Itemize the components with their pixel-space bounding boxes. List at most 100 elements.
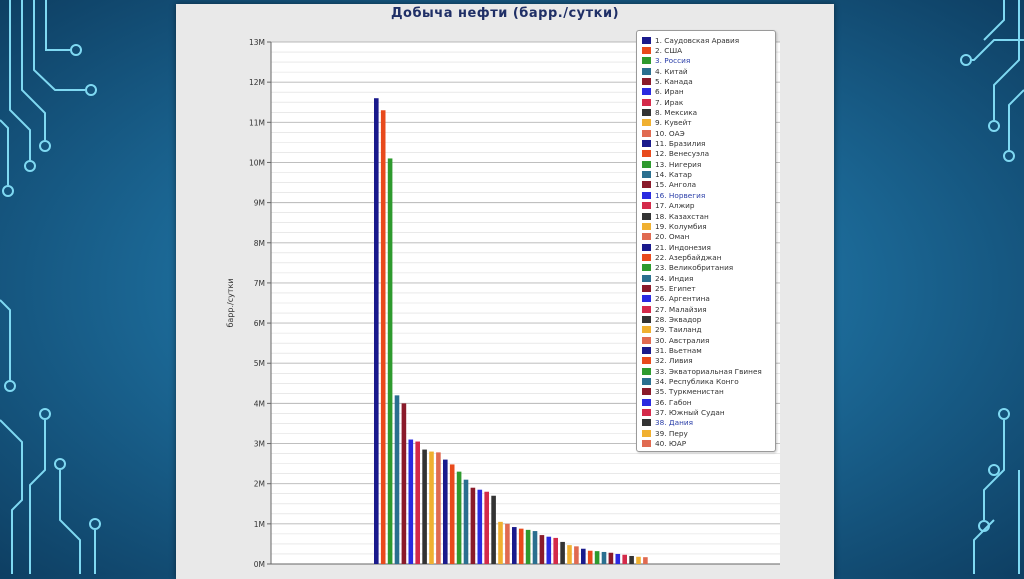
bar bbox=[601, 551, 607, 564]
legend-swatch bbox=[642, 67, 651, 75]
bar bbox=[525, 529, 531, 564]
bar bbox=[539, 535, 545, 564]
legend-swatch bbox=[642, 109, 651, 117]
legend-entry: 27. Малайзия bbox=[642, 304, 775, 314]
bar bbox=[394, 395, 400, 564]
bar bbox=[436, 452, 441, 564]
legend-entry: 16. Норвегия bbox=[642, 190, 775, 200]
legend-entry: 19. Колумбия bbox=[642, 221, 775, 231]
legend-swatch bbox=[642, 233, 651, 241]
legend-entry: 40. ЮАР bbox=[642, 438, 775, 448]
bar bbox=[643, 557, 648, 564]
legend-label: 37. Южный Судан bbox=[655, 408, 725, 418]
legend-label: 29. Таиланд bbox=[655, 325, 702, 335]
legend-label: 32. Ливия bbox=[655, 356, 693, 366]
bar bbox=[491, 495, 496, 564]
legend-label: 21. Индонезия bbox=[655, 242, 711, 252]
legend-label: 26. Аргентина bbox=[655, 294, 710, 304]
circuit-decoration-right bbox=[960, 0, 1024, 574]
bar bbox=[477, 489, 483, 564]
legend-swatch bbox=[642, 326, 651, 334]
legend-swatch bbox=[642, 36, 651, 44]
legend-swatch bbox=[642, 212, 651, 220]
legend-swatch bbox=[642, 378, 651, 386]
legend-label: 24. Индия bbox=[655, 273, 694, 283]
legend-swatch bbox=[642, 88, 651, 96]
bar bbox=[401, 403, 407, 564]
bar bbox=[456, 471, 462, 564]
legend-entry: 35. Туркменистан bbox=[642, 387, 775, 397]
legend-swatch bbox=[642, 367, 651, 375]
legend-label: 33. Экваториальная Гвинея bbox=[655, 366, 762, 376]
legend-swatch bbox=[642, 357, 651, 365]
bar bbox=[518, 528, 524, 564]
bar bbox=[629, 555, 634, 564]
legend-swatch bbox=[642, 98, 651, 106]
legend-swatch bbox=[642, 346, 651, 354]
y-tick-label: 13M bbox=[249, 38, 265, 47]
bar bbox=[636, 556, 641, 564]
legend-entry: 29. Таиланд bbox=[642, 325, 775, 335]
y-tick-label: 3M bbox=[254, 440, 265, 449]
legend-entry: 38. Дания bbox=[642, 418, 775, 428]
legend-entry: 3. Россия bbox=[642, 56, 775, 66]
legend-swatch bbox=[642, 295, 651, 303]
legend-entry: 10. ОАЭ bbox=[642, 128, 775, 138]
bar bbox=[622, 554, 627, 564]
y-tick-label: 2M bbox=[254, 480, 265, 489]
chart-frame: Добыча нефти (барр./сутки) 0M 1M 2M 3M 4M 5M 6… bbox=[176, 4, 834, 579]
y-tick-label: 12M bbox=[249, 78, 265, 87]
legend-label: 40. ЮАР bbox=[655, 439, 687, 449]
legend-entry: 20. Оман bbox=[642, 232, 775, 242]
legend-swatch bbox=[642, 47, 651, 55]
legend-swatch bbox=[642, 191, 651, 199]
bar bbox=[553, 537, 558, 564]
bar bbox=[567, 545, 572, 564]
legend-swatch bbox=[642, 119, 651, 127]
bar bbox=[484, 491, 489, 564]
legend-label: 10. ОАЭ bbox=[655, 128, 685, 138]
legend-label: 20. Оман bbox=[655, 232, 690, 242]
legend-entry: 22. Азербайджан bbox=[642, 252, 775, 262]
legend-label: 39. Перу bbox=[655, 428, 688, 438]
legend-label: 19. Колумбия bbox=[655, 221, 707, 231]
legend-swatch bbox=[642, 336, 651, 344]
chart-legend: 1. Саудовская Аравия 2. США 3. Россия 4. Ки… bbox=[636, 30, 776, 452]
legend-swatch bbox=[642, 243, 651, 251]
y-tick-label: 4M bbox=[254, 399, 265, 408]
y-tick-label: 9M bbox=[254, 199, 265, 208]
legend-label: 17. Алжир bbox=[655, 201, 695, 211]
legend-entry: 5. Канада bbox=[642, 76, 775, 86]
legend-entry: 31. Вьетнам bbox=[642, 345, 775, 355]
legend-entry: 39. Перу bbox=[642, 428, 775, 438]
legend-label: 36. Габон bbox=[655, 397, 692, 407]
legend-label: 27. Малайзия bbox=[655, 304, 707, 314]
y-tick-label: 5M bbox=[254, 359, 265, 368]
legend-label: 11. Бразилия bbox=[655, 139, 706, 149]
legend-label: 5. Канада bbox=[655, 77, 693, 87]
legend-entry: 23. Великобритания bbox=[642, 263, 775, 273]
legend-label: 7. Ирак bbox=[655, 97, 684, 107]
legend-label: 25. Египет bbox=[655, 283, 696, 293]
legend-entry: 1. Саудовская Аравия bbox=[642, 35, 775, 45]
y-tick-label: 6M bbox=[254, 319, 265, 328]
y-tick-label: 0M bbox=[254, 560, 265, 569]
legend-swatch bbox=[642, 171, 651, 179]
legend-swatch bbox=[642, 140, 651, 148]
legend-entry: 32. Ливия bbox=[642, 356, 775, 366]
legend-swatch bbox=[642, 398, 651, 406]
legend-swatch bbox=[642, 315, 651, 323]
legend-entry: 12. Венесуэла bbox=[642, 149, 775, 159]
legend-swatch bbox=[642, 78, 651, 86]
legend-swatch bbox=[642, 57, 651, 65]
legend-swatch bbox=[642, 419, 651, 427]
legend-label: 23. Великобритания bbox=[655, 263, 734, 273]
legend-entry: 2. США bbox=[642, 45, 775, 55]
legend-swatch bbox=[642, 284, 651, 292]
bar bbox=[505, 523, 510, 564]
legend-label: 22. Азербайджан bbox=[655, 252, 722, 262]
legend-entry: 33. Экваториальная Гвинея bbox=[642, 366, 775, 376]
y-axis-label: барр./сутки bbox=[226, 278, 235, 327]
legend-swatch bbox=[642, 150, 651, 158]
bar bbox=[546, 536, 552, 564]
